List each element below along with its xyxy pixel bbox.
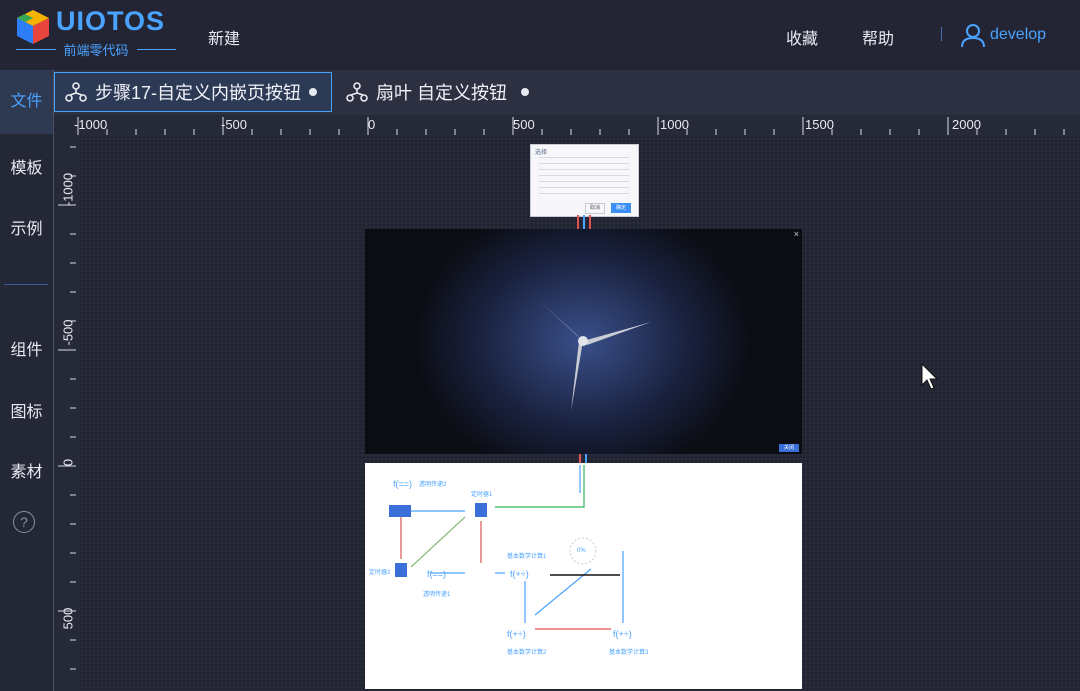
tab-step17-label: 步骤17-自定义内嵌页按钮	[95, 83, 302, 103]
ruler-h-label: 2000	[952, 117, 981, 132]
ruler-v-label: -500	[60, 319, 76, 346]
sidebar-item-example[interactable]: 示例	[0, 215, 53, 239]
tagline-right-line	[136, 49, 177, 50]
brand-name: UIOTOS	[56, 6, 166, 36]
sidebar-item-file[interactable]: 文件	[0, 70, 53, 134]
flow-func-icon: f(+÷)	[613, 629, 632, 639]
dialog-confirm-button[interactable]: 确定	[611, 203, 631, 213]
brand-tagline: 前端零代码	[16, 40, 177, 59]
help-link[interactable]: 帮助	[862, 25, 894, 49]
unsaved-dot-icon	[309, 88, 318, 96]
brand-tagline-text: 前端零代码	[63, 43, 129, 58]
ruler-h-label: -1000	[74, 117, 108, 132]
flow-diagram: f(==) f(==) f(+÷) f(+÷) f(+÷)	[389, 465, 632, 639]
sidebar-item-component[interactable]: 组件	[0, 336, 53, 360]
sidebar-item-icon[interactable]: 图标	[0, 398, 53, 422]
ruler-v-label: 500	[60, 607, 76, 630]
new-button[interactable]: 新建	[208, 25, 240, 49]
ruler-h-label: -500	[221, 117, 248, 132]
ruler-v-label: -1000	[60, 172, 76, 207]
ruler-h-ticks	[77, 117, 1065, 135]
flow-node-label: 基本数学计算1	[507, 554, 547, 560]
tab-step17[interactable]: 步骤17-自定义内嵌页按钮	[54, 72, 332, 112]
horizontal-ruler: -1000 -500 0 500 1000 1500 2000	[54, 115, 1080, 137]
ruler-h-label: 1500	[805, 117, 834, 132]
sidebar-item-material[interactable]: 素材	[0, 458, 53, 482]
flow-panel[interactable]: f(==) f(==) f(+÷) f(+÷) f(+÷) 透明传递2 定时器1…	[365, 463, 802, 689]
sidebar-divider	[4, 284, 48, 285]
flow-func-icon: f(+÷)	[510, 569, 529, 579]
dialog-cancel-button[interactable]: 取消	[585, 203, 605, 214]
user-icon	[961, 24, 985, 48]
flow-node-label: 定时器1	[471, 492, 493, 498]
flow-node-icon	[346, 82, 368, 102]
nav-separator	[941, 27, 942, 41]
ruler-h-label: 500	[513, 117, 535, 132]
ruler-v-label: 0	[60, 458, 76, 467]
connector-pins	[577, 215, 591, 229]
left-sidebar: 文件 模板 示例 组件 图标 素材 ?	[0, 70, 53, 691]
unsaved-dot-icon	[521, 88, 530, 96]
flow-block	[389, 505, 411, 517]
flow-func-icon: f(==)	[393, 479, 412, 489]
tab-bar: 步骤17-自定义内嵌页按钮 扇叶 自定义按钮	[54, 70, 1080, 115]
progress-percent: 0%	[577, 548, 586, 554]
tab-fan[interactable]: 扇叶 自定义按钮	[344, 72, 546, 112]
flow-node-label: 定时器2	[369, 570, 391, 576]
ruler-h-label: 0	[368, 117, 376, 132]
fan-close-button[interactable]: 关闭	[779, 444, 799, 452]
fan-panel[interactable]: × 关闭	[365, 229, 802, 454]
user-name: develop	[990, 26, 1047, 43]
tab-fan-label: 扇叶 自定义按钮	[376, 83, 508, 103]
flow-node-label: 基本数学计算2	[507, 650, 547, 656]
sidebar-item-template[interactable]: 模板	[0, 154, 53, 178]
tagline-left-line	[16, 49, 56, 50]
dialog-panel[interactable]: 选择 取消 确定	[530, 144, 639, 217]
ruler-h-label: 1000	[660, 117, 689, 132]
flow-node-icon	[65, 82, 87, 102]
fan-close-icon[interactable]: ×	[794, 229, 799, 239]
mouse-cursor-icon	[921, 363, 939, 390]
vertical-ruler: -1000 -500 0 500	[54, 137, 80, 691]
flow-node-label: 透明传递1	[423, 592, 451, 598]
flow-func-icon: f(==)	[427, 569, 446, 579]
fan-graphic	[413, 229, 753, 454]
flow-func-icon: f(+÷)	[507, 629, 526, 639]
user-menu[interactable]: develop	[960, 22, 1046, 48]
flow-node-label: 透明传递2	[419, 482, 447, 488]
favorites-link[interactable]: 收藏	[786, 25, 818, 49]
help-circle-icon[interactable]: ?	[13, 511, 35, 533]
flow-node-label: 基本数学计算3	[609, 650, 649, 656]
top-bar: UIOTOS 前端零代码 新建 收藏 帮助 develop	[0, 0, 1080, 70]
